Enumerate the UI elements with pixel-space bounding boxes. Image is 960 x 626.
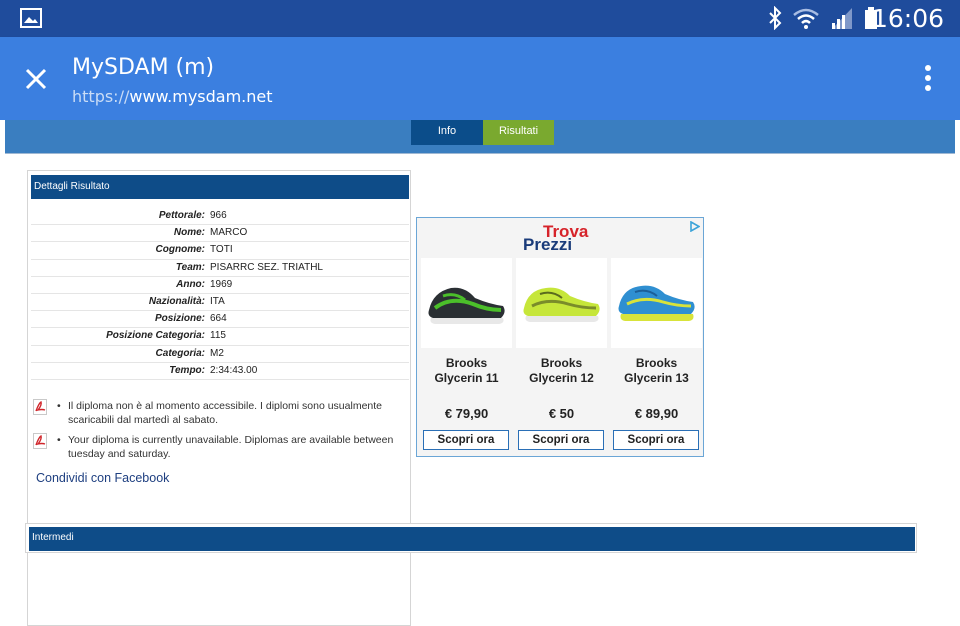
- field-label: Posizione Categoria:: [106, 330, 205, 342]
- share-facebook-link[interactable]: Condividi con Facebook: [36, 471, 169, 485]
- shoe-icon: [618, 285, 695, 321]
- pdf-icon[interactable]: [33, 399, 48, 415]
- field-label: Posizione:: [154, 313, 205, 325]
- field-value: 1969: [210, 278, 233, 290]
- table-row: Categoria: M2: [31, 346, 409, 363]
- product-name: Brooks Glycerin 13: [624, 356, 689, 385]
- field-label: Pettorale:: [158, 210, 205, 221]
- field-value: 2:34:43.00: [210, 364, 258, 376]
- field-value: 966: [210, 210, 227, 221]
- field-label: Team:: [175, 261, 205, 273]
- table-row: Pettorale: 966: [31, 208, 409, 226]
- field-label: Tempo:: [169, 364, 205, 376]
- scopri-ora-button[interactable]: Scopri ora: [613, 430, 699, 450]
- page-url: https://www.mysdam.net: [72, 87, 273, 106]
- status-bar: 16:06: [0, 0, 960, 37]
- product-name: Brooks Glycerin 11: [434, 356, 499, 385]
- url-scheme: https://: [72, 87, 130, 106]
- gallery-icon: [20, 8, 42, 28]
- table-row: Nazionalità: ITA: [31, 294, 409, 312]
- product-price: € 89,90: [634, 406, 679, 421]
- field-label: Nazionalità:: [148, 295, 205, 307]
- result-details-table: Pettorale: 966 Nome: MARCO Cognome: TOTI Te…: [31, 208, 409, 380]
- table-row: Posizione Categoria: 115: [31, 328, 409, 346]
- table-row: Tempo: 2:34:43.00: [31, 363, 409, 380]
- table-row: Cognome: TOTI: [31, 242, 409, 260]
- top-nav-band: Info Risultati: [5, 120, 955, 154]
- custom-tab-toolbar: MySDAM (m) https://www.mysdam.net: [0, 37, 960, 120]
- table-row: Team: PISARRC SEZ. TRIATHL: [31, 260, 409, 277]
- diploma-note-en: Your diploma is currently unavailable. D…: [31, 433, 409, 467]
- ad-product[interactable]: Brooks Glycerin 11 € 79,90 Scopri ora: [421, 258, 512, 454]
- diploma-notes: Il diploma non è al momento accessibile.…: [31, 399, 409, 467]
- logo-text-prezzi: Prezzi: [523, 235, 573, 254]
- product-price: € 50: [548, 406, 575, 421]
- table-row: Anno: 1969: [31, 277, 409, 294]
- diploma-note-text: Your diploma is currently unavailable. D…: [56, 433, 409, 461]
- ad-product[interactable]: Brooks Glycerin 12 € 50 Scopri ora: [516, 258, 607, 454]
- diploma-note-text: Il diploma non è al momento accessibile.…: [56, 399, 409, 427]
- bluetooth-icon: [769, 6, 782, 30]
- ad-product[interactable]: Brooks Glycerin 13 € 89,90 Scopri ora: [611, 258, 702, 454]
- close-icon[interactable]: [24, 67, 48, 91]
- product-image[interactable]: [611, 258, 702, 348]
- shoe-icon: [523, 287, 600, 322]
- product-image[interactable]: [516, 258, 607, 348]
- field-label: Nome:: [173, 227, 205, 239]
- field-value: MARCO: [210, 227, 248, 239]
- result-details-header: Dettagli Risultato: [31, 175, 409, 199]
- product-price: € 79,90: [444, 406, 489, 421]
- page-title: MySDAM (m): [72, 55, 215, 80]
- diploma-note-it: Il diploma non è al momento accessibile.…: [31, 399, 409, 433]
- product-name: Brooks Glycerin 12: [529, 356, 594, 385]
- shopping-ad[interactable]: Trova Prezzi Brooks Glycerin 11 € 79,90 …: [416, 217, 704, 457]
- product-image[interactable]: [421, 258, 512, 348]
- field-value: 664: [210, 313, 227, 325]
- url-host: www.mysdam.net: [129, 87, 273, 106]
- tab-info[interactable]: Info: [411, 120, 483, 145]
- trovaprezzi-logo: Trova Prezzi: [521, 222, 601, 254]
- field-label: Categoria:: [155, 347, 205, 359]
- table-row: Posizione: 664: [31, 311, 409, 329]
- pdf-icon[interactable]: [33, 433, 48, 449]
- more-vert-icon[interactable]: [924, 65, 932, 93]
- scopri-ora-button[interactable]: Scopri ora: [518, 430, 604, 450]
- adchoices-icon[interactable]: [689, 221, 700, 232]
- intermedi-card: Intermedi: [25, 523, 917, 553]
- field-label: Anno:: [176, 278, 205, 290]
- clock: 16:06: [871, 4, 944, 33]
- field-value: PISARRC SEZ. TRIATHL: [210, 261, 323, 273]
- field-label: Cognome:: [155, 244, 205, 256]
- wifi-icon: [793, 8, 819, 29]
- shoe-icon: [428, 287, 505, 324]
- tab-risultati[interactable]: Risultati: [483, 120, 554, 145]
- signal-icon: [832, 8, 852, 29]
- field-value: TOTI: [210, 244, 233, 256]
- scopri-ora-button[interactable]: Scopri ora: [423, 430, 509, 450]
- intermedi-header: Intermedi: [29, 527, 915, 551]
- web-content: Info Risultati Dettagli Risultato Pettor…: [0, 120, 960, 626]
- field-value: M2: [210, 347, 224, 359]
- field-value: 115: [210, 330, 226, 342]
- field-value: ITA: [210, 295, 225, 307]
- table-row: Nome: MARCO: [31, 225, 409, 243]
- result-details-card: Dettagli Risultato Pettorale: 966 Nome: MA…: [27, 170, 411, 626]
